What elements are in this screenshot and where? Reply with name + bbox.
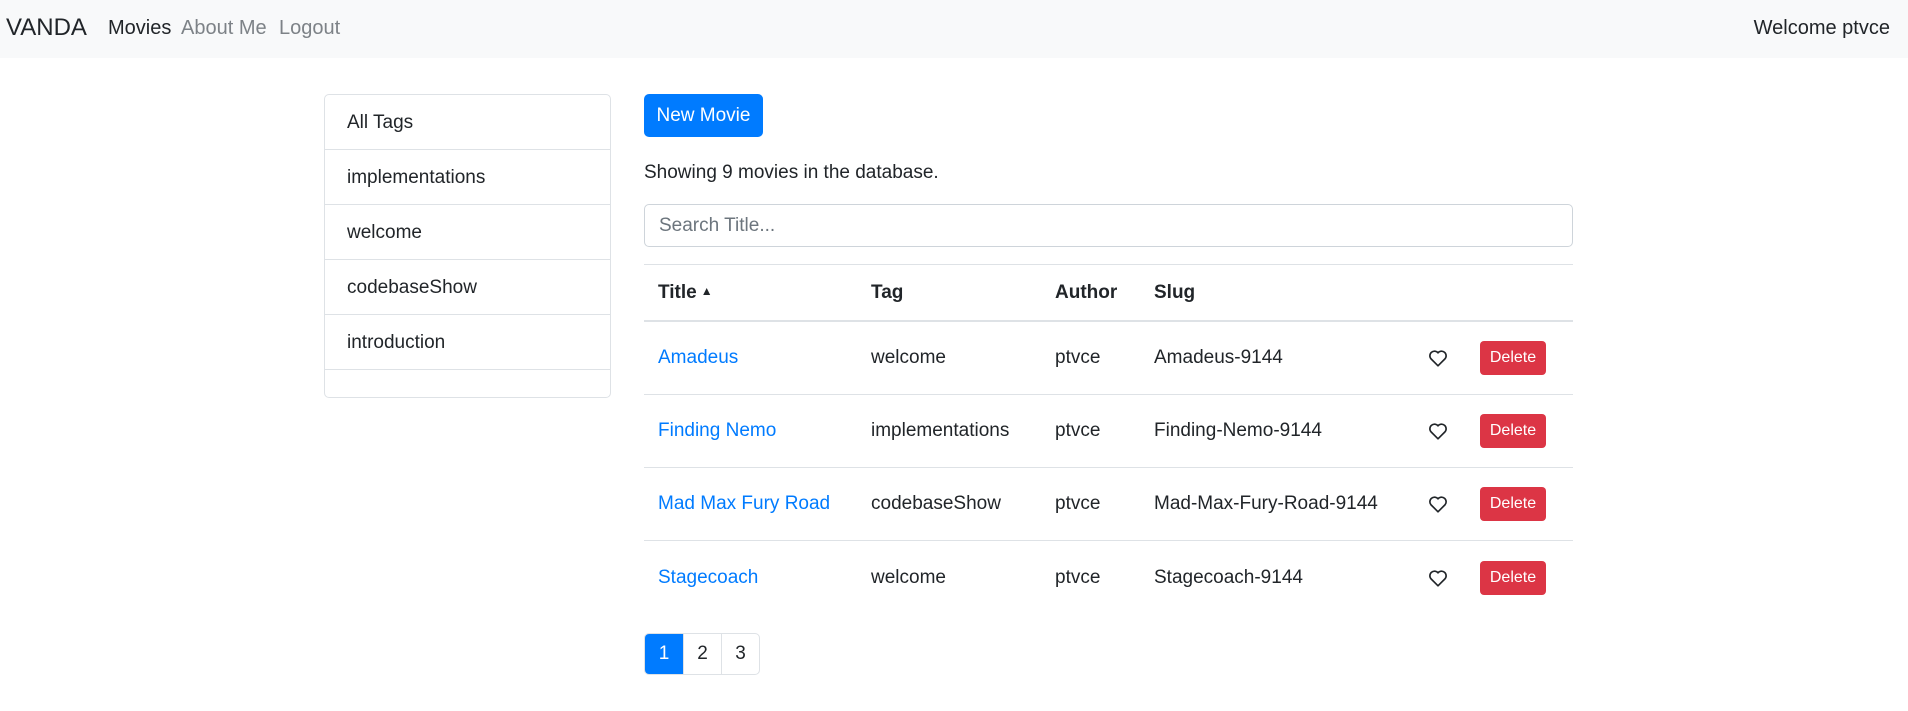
- table-row: Stagecoach welcome ptvce Stagecoach-9144…: [644, 541, 1573, 614]
- movie-author: ptvce: [1055, 420, 1101, 441]
- movie-slug: Stagecoach-9144: [1154, 566, 1303, 588]
- tag-item-introduction[interactable]: introduction: [325, 315, 610, 370]
- page-button-3[interactable]: 3: [721, 634, 759, 674]
- movie-title-link[interactable]: Finding Nemo: [658, 420, 776, 442]
- tag-list: All Tags implementations welcome codebas…: [324, 94, 611, 398]
- delete-button[interactable]: Delete: [1480, 414, 1546, 448]
- column-header-slug[interactable]: Slug: [1154, 282, 1195, 304]
- tag-item-codebaseshow[interactable]: codebaseShow: [325, 260, 610, 315]
- page-button-2[interactable]: 2: [683, 634, 721, 674]
- nav-movies[interactable]: Movies: [108, 17, 171, 40]
- heart-icon[interactable]: [1427, 567, 1449, 589]
- movie-title-link[interactable]: Stagecoach: [658, 567, 758, 589]
- pagination: 1 2 3: [644, 633, 760, 675]
- search-input[interactable]: [644, 204, 1573, 247]
- delete-button[interactable]: Delete: [1480, 560, 1546, 595]
- welcome-text: Welcome ptvce: [1753, 17, 1890, 39]
- nav-about-me[interactable]: About Me: [181, 17, 267, 40]
- tag-item-all-tags[interactable]: All Tags: [325, 95, 610, 150]
- delete-button[interactable]: Delete: [1480, 341, 1546, 375]
- table-row: Mad Max Fury Road codebaseShow ptvce Mad…: [644, 468, 1573, 541]
- movie-tag: welcome: [871, 347, 946, 368]
- movie-slug: Mad-Max-Fury-Road-9144: [1154, 493, 1378, 514]
- heart-icon[interactable]: [1427, 420, 1449, 442]
- page-button-1[interactable]: 1: [645, 634, 683, 674]
- movie-author: ptvce: [1055, 493, 1101, 514]
- movie-tag: codebaseShow: [871, 493, 1001, 514]
- new-movie-button[interactable]: New Movie: [644, 94, 763, 137]
- table-row: Amadeus welcome ptvce Amadeus-9144 Delet…: [644, 322, 1573, 395]
- heart-icon[interactable]: [1427, 347, 1449, 369]
- top-navbar: VANDA Movies About Me Logout Welcome ptv…: [0, 0, 1908, 58]
- movie-tag: welcome: [871, 566, 946, 588]
- tag-item-implementations[interactable]: implementations: [325, 150, 610, 205]
- movie-count-text: Showing 9 movies in the database.: [644, 162, 939, 183]
- nav-logout[interactable]: Logout: [279, 17, 340, 40]
- heart-icon[interactable]: [1427, 493, 1449, 515]
- column-header-title[interactable]: Title ▲: [658, 282, 713, 304]
- delete-button[interactable]: Delete: [1480, 487, 1546, 521]
- table-header-row: Title ▲ Tag Author Slug: [644, 264, 1573, 322]
- movie-slug: Finding-Nemo-9144: [1154, 420, 1322, 441]
- movie-author: ptvce: [1055, 566, 1101, 588]
- brand-logo[interactable]: VANDA: [6, 14, 87, 42]
- movie-title-link[interactable]: Mad Max Fury Road: [658, 493, 830, 515]
- column-header-tag[interactable]: Tag: [871, 282, 903, 304]
- tag-item-welcome[interactable]: welcome: [325, 205, 610, 260]
- movie-slug: Amadeus-9144: [1154, 347, 1283, 368]
- movie-author: ptvce: [1055, 347, 1101, 368]
- column-header-author[interactable]: Author: [1055, 282, 1117, 304]
- movie-title-link[interactable]: Amadeus: [658, 347, 738, 369]
- movie-tag: implementations: [871, 420, 1010, 441]
- sort-ascending-icon: ▲: [700, 283, 713, 298]
- table-row: Finding Nemo implementations ptvce Findi…: [644, 395, 1573, 468]
- movies-table: Title ▲ Tag Author Slug Amadeus welcome p…: [644, 264, 1573, 614]
